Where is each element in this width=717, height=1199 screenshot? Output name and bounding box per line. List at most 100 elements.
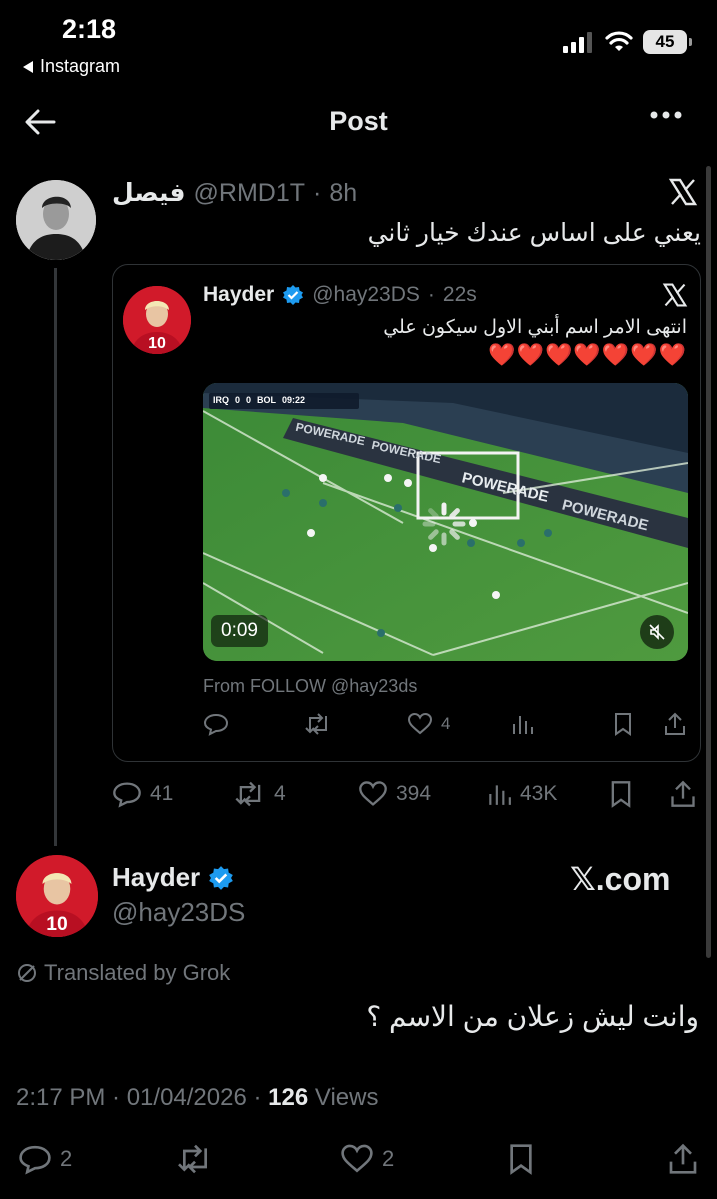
back-app-label: Instagram <box>40 56 121 76</box>
reply-timestamp[interactable]: 2:17 PM · 01/04/2026 · <box>16 1084 268 1111</box>
views-chart-icon <box>489 785 511 805</box>
avatar-player-icon: 10 <box>123 286 191 354</box>
team2: BOL <box>257 395 277 405</box>
score1: 0 <box>235 395 241 405</box>
verified-badge-icon <box>283 285 304 305</box>
repost-icon <box>305 713 327 735</box>
match-clock: 09:22 <box>282 395 306 405</box>
avatar-player-icon: 10 <box>16 855 98 937</box>
muted-speaker-icon <box>649 624 665 640</box>
tweet-author-row: فيصل @RMD1T · 8h <box>112 178 357 208</box>
scrollbar[interactable] <box>706 166 711 958</box>
mute-button[interactable] <box>640 615 674 649</box>
quoted-text: انتهى الامر اسم أبني الاول سيكون علي <box>383 317 687 338</box>
translated-by-grok[interactable]: Translated by Grok <box>16 960 230 986</box>
quoted-bookmark-button[interactable] <box>612 712 634 736</box>
page-title: Post <box>329 106 388 136</box>
bookmark-icon <box>615 713 631 736</box>
reply-text: وانت ليش زعلان من الاسم ؟ <box>366 1001 699 1032</box>
quoted-like-button[interactable]: 4 <box>407 712 450 736</box>
more-options-button[interactable] <box>649 110 683 120</box>
cellular-signal-icon <box>563 32 592 53</box>
reply-author-name[interactable]: Hayder <box>112 862 200 893</box>
repost-icon <box>235 781 261 807</box>
reply-share-button[interactable] <box>668 1143 698 1175</box>
reply-author-row: Hayder <box>112 862 234 893</box>
bookmark-icon <box>510 1144 532 1175</box>
status-time: 2:18 <box>62 14 117 44</box>
quoted-reply-button[interactable] <box>203 712 229 736</box>
verified-badge-icon <box>209 865 233 890</box>
reply-count: 41 <box>150 782 174 805</box>
reply-icon <box>19 1145 51 1175</box>
author-avatar[interactable] <box>16 180 96 260</box>
reply-repost-button[interactable] <box>176 1143 214 1175</box>
video-source-label[interactable]: From FOLLOW @hay23ds <box>203 676 417 697</box>
battery-indicator: 45 <box>643 30 692 54</box>
reply-icon <box>203 713 229 736</box>
reply-handle[interactable]: @hay23DS <box>112 897 245 928</box>
quoted-like-count: 4 <box>441 714 451 733</box>
quoted-repost-button[interactable] <box>304 712 332 736</box>
share-icon <box>669 1143 697 1174</box>
views-count: 43K <box>520 782 558 805</box>
share-icon <box>665 712 685 735</box>
quoted-author-name[interactable]: Hayder <box>203 283 274 307</box>
reply-meta: 2:17 PM · 01/04/2026 · 126 Views <box>16 1084 378 1112</box>
quoted-hearts: ❤️❤️❤️❤️❤️❤️❤️ <box>488 342 687 367</box>
x-dot-com-watermark: 𝕏.com <box>570 861 671 897</box>
x-logo-icon <box>662 282 688 308</box>
bookmark-button[interactable] <box>608 780 634 808</box>
separator-dot: · <box>313 179 322 207</box>
reply-like-count: 2 <box>382 1146 395 1171</box>
x-logo-icon <box>668 177 698 207</box>
reply-author-avatar[interactable]: 10 <box>16 855 98 937</box>
reply-views-count: 126 <box>268 1084 309 1111</box>
tweet-time[interactable]: 8h <box>329 179 357 208</box>
heart-icon <box>407 712 433 735</box>
status-icons: 45 <box>563 30 692 54</box>
loading-spinner-icon <box>422 502 466 546</box>
separator-dot: · <box>427 283 435 306</box>
avatar-portrait-icon <box>16 180 96 260</box>
share-icon <box>671 780 695 807</box>
video-duration: 0:09 <box>211 615 268 647</box>
more-dots-icon <box>650 111 682 119</box>
back-to-app-link[interactable]: Instagram <box>22 56 120 77</box>
wifi-icon <box>605 31 633 51</box>
reply-bookmark-button[interactable] <box>506 1143 536 1175</box>
author-handle[interactable]: @RMD1T <box>194 179 306 208</box>
reply-reply-count: 2 <box>60 1146 73 1171</box>
quoted-handle[interactable]: @hay23DS <box>312 283 420 307</box>
grok-icon <box>18 964 36 982</box>
video-player[interactable]: IRQ 0 0 BOL 09:22 POWERADE POWERADE POWE… <box>203 383 688 661</box>
back-triangle-icon <box>23 60 33 73</box>
reply-like-button[interactable]: 2 <box>340 1143 394 1175</box>
heart-icon <box>341 1144 373 1173</box>
share-button[interactable] <box>670 780 696 808</box>
views-chart-icon <box>513 716 533 734</box>
quoted-views-button[interactable] <box>510 712 534 736</box>
quoted-time[interactable]: 22s <box>443 283 477 307</box>
like-count: 394 <box>396 782 432 805</box>
repost-button[interactable]: 4 <box>234 780 286 808</box>
tweet-text: يعني على اساس عندك خيار ثاني <box>367 219 701 247</box>
reply-reply-button[interactable]: 2 <box>18 1143 72 1175</box>
author-name[interactable]: فيصل <box>112 178 186 208</box>
quoted-author-avatar[interactable]: 10 <box>123 286 191 354</box>
reply-button[interactable]: 41 <box>112 780 173 808</box>
like-button[interactable]: 394 <box>358 780 431 808</box>
thread-line <box>54 268 57 846</box>
quoted-share-button[interactable] <box>664 712 686 736</box>
views-button[interactable]: 43K <box>486 780 557 808</box>
reply-views-label: Views <box>308 1084 379 1111</box>
translated-label: Translated by Grok <box>44 960 231 985</box>
team1: IRQ <box>213 395 230 405</box>
score2: 0 <box>246 395 252 405</box>
repost-count: 4 <box>274 782 286 805</box>
heart-icon <box>359 781 387 806</box>
scoreboard: IRQ 0 0 BOL 09:22 <box>213 395 305 405</box>
reply-icon <box>113 782 141 808</box>
quoted-author-row: Hayder @hay23DS · 22s <box>203 283 477 307</box>
svg-text:10: 10 <box>46 914 67 935</box>
